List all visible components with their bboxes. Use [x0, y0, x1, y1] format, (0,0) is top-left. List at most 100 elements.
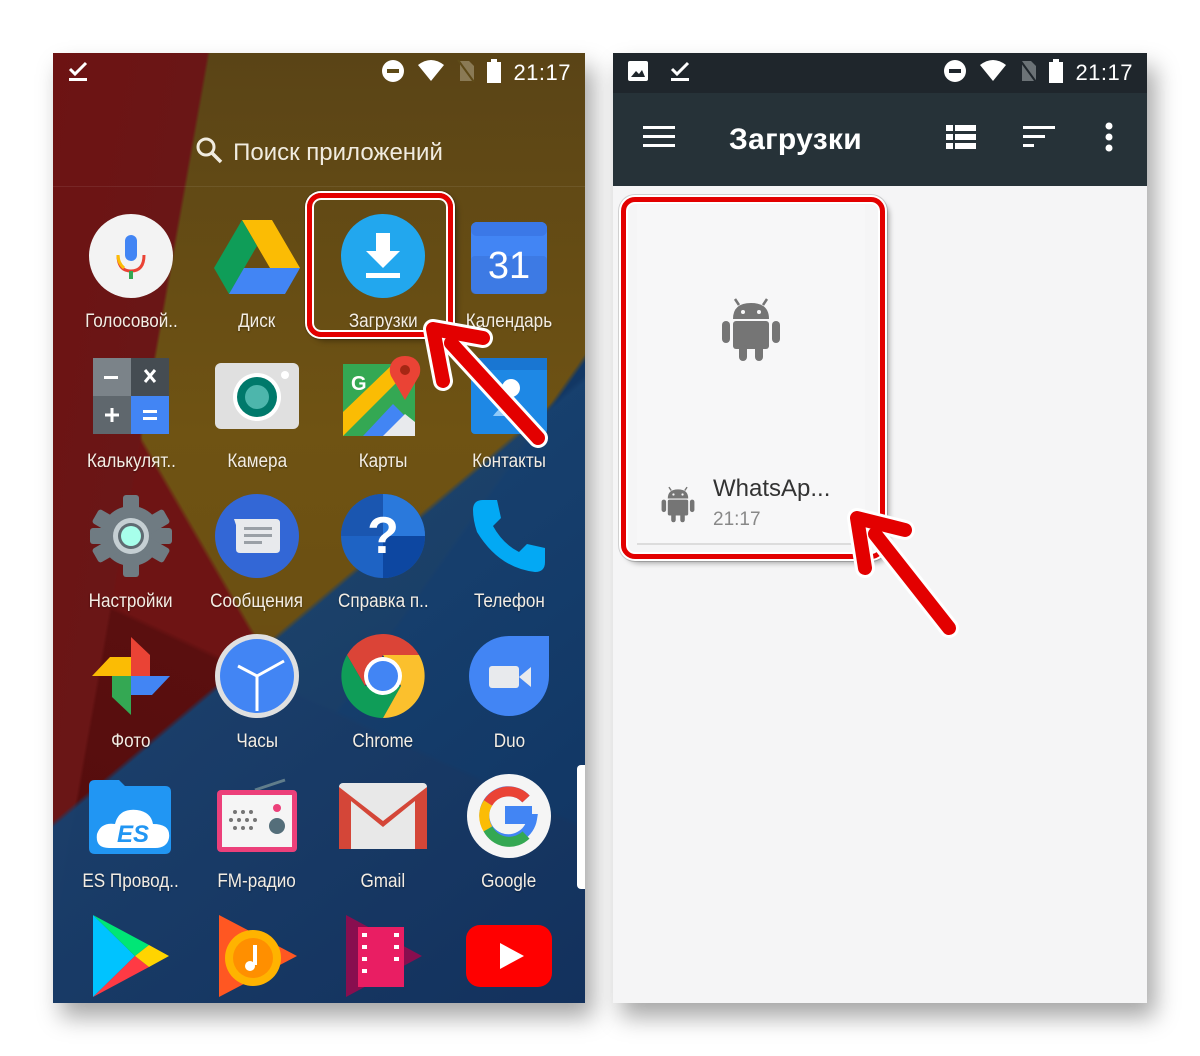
status-bar: 21:17	[53, 53, 585, 93]
battery-icon	[1049, 58, 1064, 88]
svg-text:ES: ES	[117, 821, 149, 848]
app-settings[interactable]: Настройки	[68, 485, 194, 625]
youtube-icon	[466, 924, 552, 992]
app-label: Голосовой..	[84, 311, 178, 332]
google-icon	[466, 773, 552, 864]
app-play-store[interactable]	[68, 905, 194, 1003]
messages-icon	[214, 493, 300, 584]
sort-icon	[1023, 126, 1055, 153]
app-calculator[interactable]: Калькулят..	[68, 345, 194, 485]
more-vert-icon	[1105, 122, 1113, 157]
wifi-icon	[417, 59, 445, 87]
app-label: Настройки	[89, 591, 173, 612]
downloads-screen: 21:17 Загрузки WhatsAp... 21:17	[613, 53, 1147, 1003]
do-not-disturb-icon	[381, 59, 405, 88]
search-icon	[195, 136, 223, 171]
download-complete-icon	[67, 59, 89, 88]
app-label: Сообщения	[210, 591, 304, 612]
app-label: ES Провод..	[82, 871, 180, 892]
app-maps[interactable]: G Карты	[320, 345, 446, 485]
more-options-button[interactable]	[1085, 116, 1133, 164]
status-bar: 21:17	[613, 53, 1147, 93]
app-gmail[interactable]: Gmail	[320, 765, 446, 905]
drive-icon	[212, 216, 302, 301]
app-phone[interactable]: Телефон	[446, 485, 572, 625]
calendar-date: 31	[488, 245, 530, 287]
svg-text:G: G	[351, 373, 367, 395]
fm-radio-icon	[215, 778, 299, 859]
app-label: Фото	[111, 731, 151, 752]
app-label: Диск	[238, 311, 276, 332]
app-label: Chrome	[352, 731, 414, 752]
app-camera[interactable]: Камера	[194, 345, 320, 485]
phone-icon	[469, 496, 549, 581]
scrollbar-thumb[interactable]	[577, 765, 585, 889]
chrome-icon	[340, 633, 426, 724]
divider	[53, 186, 585, 187]
app-calendar[interactable]: 31 Календарь	[446, 205, 572, 345]
highlight-box-downloads	[307, 193, 453, 337]
contacts-icon	[471, 357, 547, 439]
app-drawer-screen: 21:17 Поиск приложений Голосовой.. Диск	[53, 53, 585, 1003]
status-time: 21:17	[1075, 60, 1133, 85]
toolbar: Загрузки	[613, 93, 1147, 186]
app-label: Телефон	[473, 591, 545, 612]
app-clock[interactable]: Часы	[194, 625, 320, 765]
app-label: Duo	[493, 731, 525, 752]
gmail-icon	[339, 782, 427, 854]
photos-icon	[88, 633, 174, 724]
app-label: Часы	[236, 731, 278, 752]
maps-icon: G	[343, 355, 423, 441]
app-photos[interactable]: Фото	[68, 625, 194, 765]
app-label: Контакты	[472, 451, 546, 472]
app-messages[interactable]: Сообщения	[194, 485, 320, 625]
status-time: 21:17	[513, 60, 571, 85]
highlight-box-download-item	[621, 197, 885, 559]
image-icon	[627, 60, 649, 87]
app-chrome[interactable]: Chrome	[320, 625, 446, 765]
play-store-icon	[91, 913, 171, 1004]
list-view-icon	[946, 125, 976, 154]
do-not-disturb-icon	[943, 59, 967, 88]
no-sim-icon	[457, 58, 476, 88]
app-label: Камера	[227, 451, 287, 472]
app-search-bar[interactable]: Поиск приложений	[53, 133, 585, 173]
app-drive[interactable]: Диск	[194, 205, 320, 345]
download-complete-icon	[669, 59, 691, 88]
wifi-icon	[979, 59, 1007, 87]
es-explorer-icon: ES	[89, 778, 173, 859]
app-google[interactable]: Google	[446, 765, 572, 905]
camera-icon	[215, 362, 299, 434]
search-placeholder: Поиск приложений	[233, 139, 443, 166]
app-label: Google	[481, 871, 537, 892]
sort-button[interactable]	[1015, 116, 1063, 164]
app-contacts[interactable]: Контакты	[446, 345, 572, 485]
duo-icon	[467, 634, 551, 723]
app-fm-radio[interactable]: FM-радио	[194, 765, 320, 905]
app-label: Калькулят..	[86, 451, 176, 472]
help-icon: ?	[340, 493, 426, 584]
clock-icon	[214, 633, 300, 724]
calendar-icon: 31	[471, 216, 547, 301]
app-label: Gmail	[360, 871, 406, 892]
app-play-movies[interactable]	[320, 905, 446, 1003]
voice-search-icon	[88, 213, 174, 304]
toolbar-title: Загрузки	[729, 122, 862, 156]
app-youtube[interactable]	[446, 905, 572, 1003]
settings-icon	[88, 493, 174, 584]
app-label: FM-радио	[217, 871, 297, 892]
app-label: Карты	[358, 451, 408, 472]
svg-text:?: ?	[367, 507, 399, 565]
play-music-icon	[215, 913, 299, 1004]
list-view-button[interactable]	[937, 116, 985, 164]
hamburger-menu-icon	[643, 125, 675, 154]
menu-button[interactable]	[635, 116, 683, 164]
app-play-music[interactable]	[194, 905, 320, 1003]
app-label: Справка п..	[337, 591, 429, 612]
no-sim-icon	[1019, 58, 1038, 88]
battery-icon	[487, 58, 502, 88]
app-help[interactable]: ? Справка п..	[320, 485, 446, 625]
app-voice-search[interactable]: Голосовой..	[68, 205, 194, 345]
app-es-explorer[interactable]: ES ES Провод..	[68, 765, 194, 905]
app-duo[interactable]: Duo	[446, 625, 572, 765]
